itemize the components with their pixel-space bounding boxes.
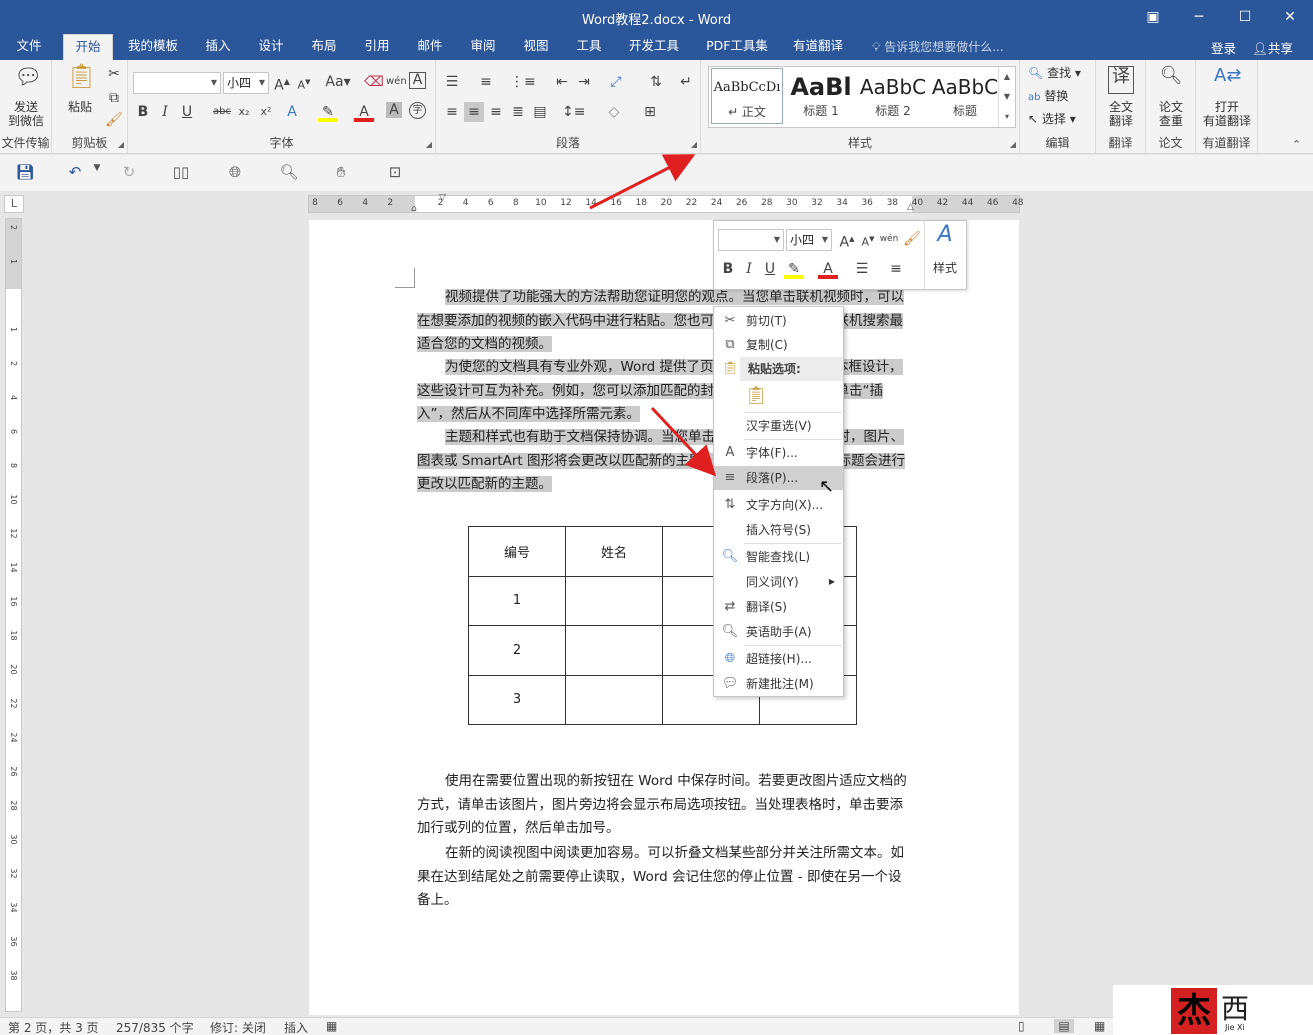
web-layout-view-icon[interactable]: ▦ — [1094, 1019, 1105, 1033]
read-mode-view-icon[interactable]: ▯ — [1018, 1019, 1025, 1033]
print-layout-view-icon[interactable]: ▤ — [1054, 1019, 1074, 1033]
status-word-count[interactable]: 257/835 个字 — [116, 1019, 194, 1035]
arrow-to-paragraph-launcher — [589, 154, 696, 210]
logo-char: 西 — [1221, 992, 1250, 1025]
status-page[interactable]: 第 2 页，共 3 页 — [8, 1019, 99, 1035]
status-track-changes[interactable]: 修订: 关闭 — [210, 1019, 266, 1035]
status-insert-mode[interactable]: 插入 — [284, 1019, 308, 1035]
logo-subtext: Jie Xi — [1225, 1023, 1245, 1032]
annotation-arrows — [589, 154, 717, 477]
watermark-logo: 杰 西 Jie Xi — [1113, 985, 1313, 1035]
macro-record-icon[interactable]: ▦ — [326, 1019, 337, 1033]
logo-seal: 杰 — [1171, 988, 1217, 1034]
arrow-to-paragraph-menu — [650, 406, 717, 477]
